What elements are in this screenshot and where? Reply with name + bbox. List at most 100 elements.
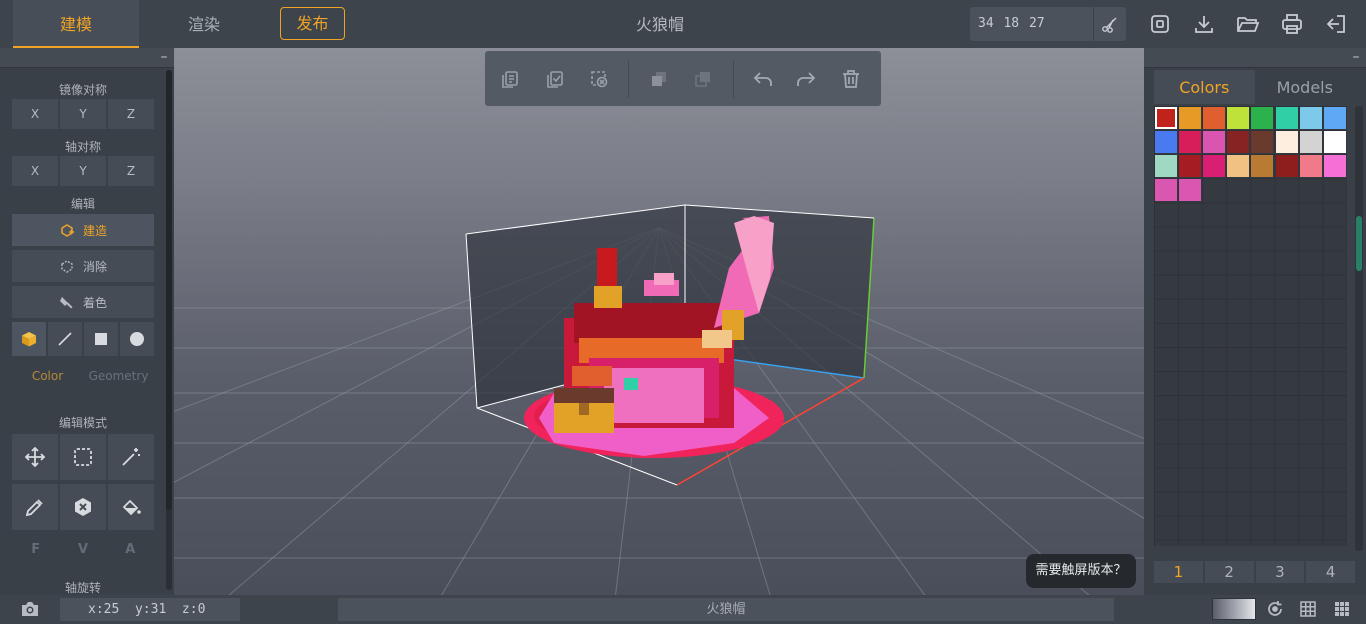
color-swatch[interactable] (1275, 107, 1298, 129)
right-tabs: Colors Models (1154, 70, 1355, 104)
line-shape-button[interactable] (48, 322, 82, 356)
color-swatch[interactable] (1323, 155, 1346, 178)
collapse-icon[interactable]: – (158, 50, 170, 64)
select-rect-icon (74, 448, 92, 466)
color-swatch[interactable] (1155, 179, 1177, 202)
square-shape-button[interactable] (84, 322, 118, 356)
color-swatch[interactable] (1275, 155, 1298, 178)
color-swatch[interactable] (1203, 155, 1226, 178)
color-swatch[interactable] (1155, 131, 1177, 154)
axis-sym-y-button[interactable]: Y (60, 156, 106, 186)
cube-shape-button[interactable] (12, 322, 46, 356)
merge-icon[interactable] (692, 68, 714, 90)
touch-version-tip[interactable]: 需要触屏版本？ (1026, 554, 1136, 588)
tab-modeling[interactable]: 建模 (13, 0, 139, 48)
color-swatch[interactable] (1155, 107, 1177, 129)
move-tool-button[interactable] (12, 434, 58, 480)
delete-hex-icon (75, 498, 91, 516)
eyedropper-tool-button[interactable] (12, 484, 58, 530)
circle-shape-button[interactable] (120, 322, 154, 356)
right-panel-header: – (1144, 48, 1366, 68)
toggle-f[interactable]: F (12, 542, 59, 562)
mirror-x-button[interactable]: X (12, 99, 58, 129)
color-swatch[interactable] (1251, 107, 1274, 129)
build-tool-button[interactable]: 建造 (12, 214, 154, 246)
delete-tool-button[interactable] (60, 484, 106, 530)
color-swatch[interactable] (1179, 179, 1202, 202)
rect-select-tool-button[interactable] (60, 434, 106, 480)
color-swatch[interactable] (1275, 131, 1298, 154)
erase-tool-button[interactable]: 消除 (12, 250, 154, 282)
left-scrollbar-thumb[interactable] (166, 70, 172, 510)
mirror-y-button[interactable]: Y (60, 99, 106, 129)
color-swatch[interactable] (1155, 155, 1177, 178)
fill-tool-button[interactable] (108, 484, 154, 530)
dimensions-field[interactable]: 34 18 27 (970, 7, 1126, 41)
axis-sym-x-button[interactable]: X (12, 156, 58, 186)
mode-tab-color[interactable]: Color (12, 364, 83, 388)
color-swatch[interactable] (1227, 107, 1250, 129)
color-swatch[interactable] (1227, 155, 1250, 178)
camera-icon[interactable] (20, 599, 40, 619)
axis-sym-z-button[interactable]: Z (108, 156, 154, 186)
color-swatch[interactable] (1299, 107, 1322, 129)
mirror-z-button[interactable]: Z (108, 99, 154, 129)
redo-icon[interactable] (795, 68, 817, 90)
color-swatch[interactable] (1203, 131, 1226, 154)
3d-viewport[interactable]: 需要触屏版本？ (174, 48, 1144, 595)
left-scrollbar[interactable] (166, 70, 172, 590)
dense-grid-icon[interactable] (1332, 599, 1352, 619)
tab-colors[interactable]: Colors (1154, 70, 1255, 104)
publish-button[interactable]: 发布 (280, 7, 345, 40)
save-icon[interactable] (1148, 12, 1172, 36)
scissors-icon[interactable] (1093, 7, 1126, 41)
background-gradient-swatch[interactable] (1212, 598, 1256, 620)
open-folder-icon[interactable] (1236, 12, 1260, 36)
trash-icon[interactable] (840, 68, 862, 90)
tab-models[interactable]: Models (1255, 70, 1356, 104)
color-swatch[interactable] (1179, 131, 1202, 154)
cut-clear-icon[interactable] (588, 68, 610, 90)
toggle-a[interactable]: A (107, 542, 154, 562)
axis-sym-label: 轴对称 (64, 140, 101, 154)
color-swatch[interactable] (1203, 107, 1226, 129)
color-swatch[interactable] (1299, 131, 1322, 154)
palette-page-2[interactable]: 2 (1204, 561, 1254, 583)
palette-page-3[interactable]: 3 (1255, 561, 1305, 583)
color-swatch[interactable] (1251, 155, 1274, 178)
copy-icon[interactable] (499, 68, 521, 90)
palette-scrollbar[interactable] (1355, 106, 1363, 551)
dimensions-value[interactable]: 34 18 27 (978, 7, 1045, 41)
color-swatch[interactable] (1299, 155, 1322, 178)
mode-tabs: Color Geometry (12, 364, 154, 388)
color-swatch[interactable] (1323, 131, 1346, 154)
color-swatch[interactable] (1227, 131, 1250, 154)
line-icon (58, 332, 72, 346)
edit-mode-row-2 (12, 484, 154, 530)
exit-icon[interactable] (1324, 12, 1348, 36)
paste-check-icon[interactable] (544, 68, 566, 90)
scene-canvas[interactable] (174, 48, 1144, 595)
print-icon[interactable] (1280, 12, 1304, 36)
toggle-v[interactable]: V (59, 542, 106, 562)
color-swatch[interactable] (1323, 107, 1346, 129)
palette-scrollbar-thumb[interactable] (1356, 216, 1362, 271)
undo-icon[interactable] (752, 68, 774, 90)
erase-icon (61, 260, 73, 273)
right-collapse-icon[interactable]: – (1350, 50, 1362, 64)
rotate-icon[interactable] (1265, 599, 1285, 619)
color-swatch[interactable] (1251, 131, 1274, 154)
download-icon[interactable] (1192, 12, 1216, 36)
mode-tab-geometry[interactable]: Geometry (83, 364, 154, 388)
paint-tool-button[interactable]: 着色 (12, 286, 154, 318)
move-icon (24, 446, 46, 468)
grid-icon[interactable] (1298, 599, 1318, 619)
palette-page-1[interactable]: 1 (1154, 561, 1203, 583)
tab-render[interactable]: 渲染 (141, 0, 267, 48)
color-swatch[interactable] (1179, 107, 1202, 129)
color-swatch[interactable] (1179, 155, 1202, 178)
palette-page-4[interactable]: 4 (1306, 561, 1355, 583)
magic-wand-tool-button[interactable] (108, 434, 154, 480)
duplicate-icon[interactable] (648, 68, 670, 90)
fva-toggles: F V A (12, 542, 154, 562)
